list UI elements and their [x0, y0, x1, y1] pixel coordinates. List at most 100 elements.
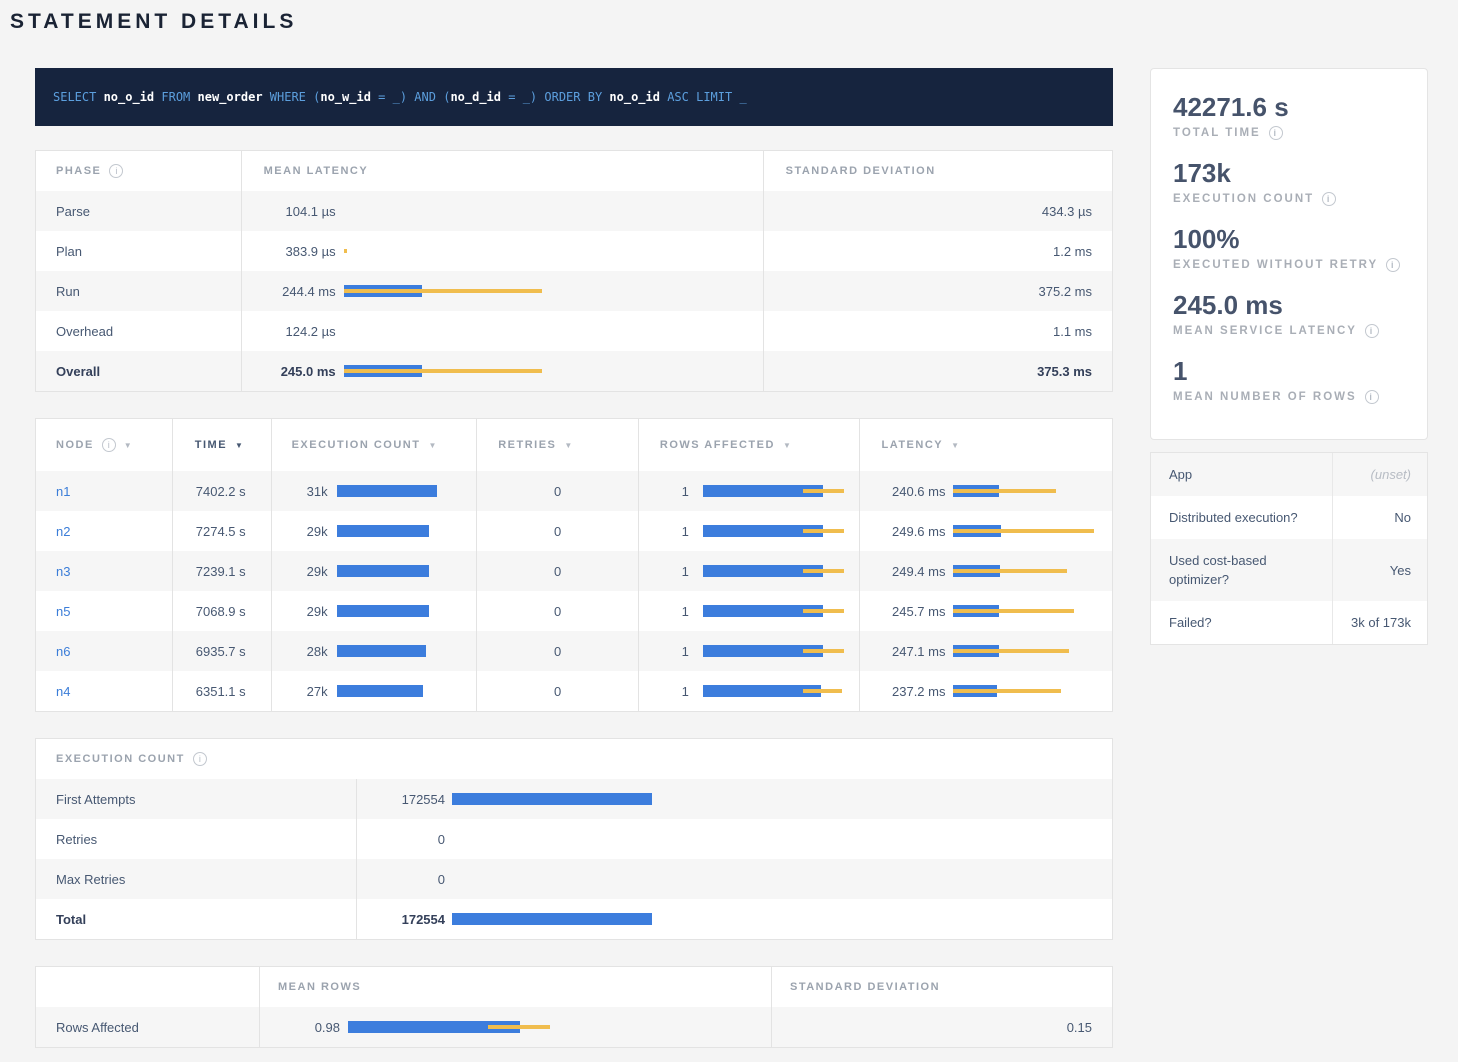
stddev-line: [803, 569, 844, 573]
mean-latency-cell: 104.1 µs: [241, 191, 763, 231]
retries-value: 0: [554, 604, 561, 619]
time-value: 6935.7 s: [196, 644, 246, 659]
latency-cell: 245.7 ms: [859, 591, 1112, 631]
info-icon[interactable]: i: [1365, 324, 1379, 338]
sort-arrow-icon[interactable]: ▼: [564, 441, 572, 450]
mean-latency-cell: 244.4 ms: [241, 271, 763, 311]
mean-rows-value: 0.98: [268, 1020, 340, 1035]
value-cell: 0: [356, 819, 1112, 859]
node-row: n37239.1 s29k01249.4 ms: [36, 551, 1112, 591]
latency-cell: 249.4 ms: [859, 551, 1112, 591]
stddev-header-cell: STANDARD DEVIATION: [771, 967, 1112, 1007]
node-link[interactable]: n5: [56, 604, 70, 619]
sql-token: no_d_id: [450, 90, 501, 104]
stddev-line: [953, 489, 1056, 493]
node-link[interactable]: n2: [56, 524, 70, 539]
bar-chart: [953, 524, 1106, 538]
node-row: n57068.9 s29k01245.7 ms: [36, 591, 1112, 631]
sql-token: ASC LIMIT: [660, 90, 739, 104]
sql-token: WHERE: [263, 90, 314, 104]
bar-chart: [344, 364, 743, 378]
sql-token: FROM: [154, 90, 197, 104]
latency-header-cell[interactable]: LATENCY ▼: [859, 419, 1112, 471]
stddev-line: [803, 489, 844, 493]
info-icon[interactable]: i: [1322, 192, 1336, 206]
mean-latency-cell: 245.0 ms: [241, 351, 763, 391]
bar-chart: [452, 792, 1112, 806]
node-link[interactable]: n6: [56, 644, 70, 659]
rows-affected-header-cell[interactable]: ROWS AFFECTED ▼: [638, 419, 860, 471]
info-icon[interactable]: i: [1269, 126, 1283, 140]
rows-affected-header-label: ROWS AFFECTED: [660, 439, 775, 451]
sort-arrow-icon[interactable]: ▼: [783, 441, 791, 450]
stddev-line: [344, 369, 542, 373]
execution-count-row: Retries0: [36, 819, 1112, 859]
stddev-cell: 375.2 ms: [763, 271, 1112, 311]
time-header-cell[interactable]: TIME ▼: [172, 419, 271, 471]
bar-chart: [337, 524, 471, 538]
stddev-line: [803, 529, 844, 533]
retries-header-cell[interactable]: RETRIES ▼: [476, 419, 638, 471]
summary-stat: 100%EXECUTED WITHOUT RETRYi: [1173, 223, 1407, 272]
node-row: n66935.7 s28k01247.1 ms: [36, 631, 1112, 671]
rows-affected-value: 1: [647, 684, 689, 699]
main-column: SELECT no_o_id FROM new_order WHERE (no_…: [35, 68, 1113, 1048]
sql-token: _: [739, 90, 746, 104]
mean-bar: [337, 685, 423, 697]
info-icon[interactable]: i: [1386, 258, 1400, 272]
rows-affected-table: MEAN ROWS STANDARD DEVIATION Rows Affect…: [35, 966, 1113, 1048]
node-row: n27274.5 s29k01249.6 ms: [36, 511, 1112, 551]
label-cell: Total: [36, 899, 356, 939]
execution-count-header-cell[interactable]: EXECUTION COUNT ▼: [271, 419, 477, 471]
summary-stat: 1MEAN NUMBER OF ROWSi: [1173, 355, 1407, 404]
execution-count-header-label: EXECUTION COUNT: [292, 439, 421, 451]
bar-chart: [337, 564, 471, 578]
sql-token: no_o_id: [104, 90, 155, 104]
row-label: Rows Affected: [56, 1020, 139, 1035]
execution-count-cell: 29k: [271, 591, 477, 631]
node-link[interactable]: n1: [56, 484, 70, 499]
stddev-line: [803, 609, 844, 613]
info-icon[interactable]: i: [102, 438, 116, 452]
summary-stat: 173kEXECUTION COUNTi: [1173, 157, 1407, 206]
rows-affected-cell: 1: [638, 511, 860, 551]
phase-cell: Parse: [36, 191, 241, 231]
details-label: Distributed execution?: [1151, 496, 1333, 539]
info-icon[interactable]: i: [1365, 390, 1379, 404]
sql-token: = _): [371, 90, 414, 104]
retries-value: 0: [554, 564, 561, 579]
info-icon[interactable]: i: [109, 164, 123, 178]
sort-arrow-icon[interactable]: ▼: [951, 441, 959, 450]
stddev-value: 434.3 µs: [1042, 204, 1092, 219]
details-row: Distributed execution?No: [1151, 496, 1427, 539]
sort-arrow-icon[interactable]: ▼: [235, 441, 243, 450]
sort-arrow-icon[interactable]: ▼: [428, 441, 436, 450]
bar-chart: [703, 644, 854, 658]
info-icon[interactable]: i: [193, 752, 207, 766]
node-link[interactable]: n4: [56, 684, 70, 699]
phase-table: PHASE i MEAN LATENCY STANDARD DEVIATION …: [35, 150, 1113, 392]
stddev-line: [953, 529, 1094, 533]
stat-label-text: MEAN SERVICE LATENCY: [1173, 325, 1357, 337]
sql-statement-text: SELECT no_o_id FROM new_order WHERE (no_…: [53, 90, 747, 104]
mean-latency-cell: 124.2 µs: [241, 311, 763, 351]
sort-arrow-icon[interactable]: ▼: [124, 441, 132, 450]
sql-token: no_w_id: [320, 90, 371, 104]
page-title: STATEMENT DETAILS: [10, 10, 1458, 34]
bar-chart: [703, 484, 854, 498]
stddev-line: [953, 609, 1074, 613]
node-header-cell[interactable]: NODE i ▼: [36, 419, 172, 471]
rows-affected-value: 1: [647, 604, 689, 619]
latency-cell: 240.6 ms: [859, 471, 1112, 511]
mean-bar: [337, 645, 426, 657]
details-row: App(unset): [1151, 453, 1427, 496]
details-label: Used cost-based optimizer?: [1151, 539, 1333, 601]
node-link[interactable]: n3: [56, 564, 70, 579]
count-value: 172554: [365, 912, 445, 927]
retries-value: 0: [554, 524, 561, 539]
time-cell: 6935.7 s: [172, 631, 271, 671]
node-cell: n1: [36, 471, 172, 511]
empty-header-cell: [36, 967, 259, 1007]
time-cell: 7274.5 s: [172, 511, 271, 551]
bar-chart: [344, 324, 743, 338]
